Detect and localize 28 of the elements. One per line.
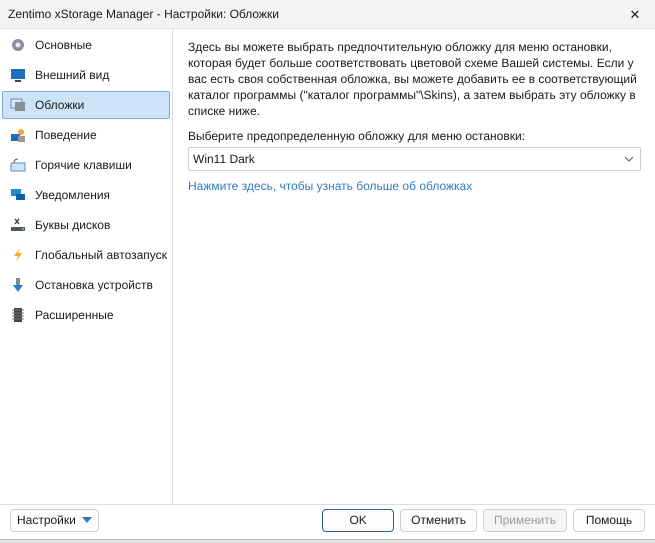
sidebar-item[interactable]: Уведомления [2,181,170,209]
sidebar-item[interactable]: Расширенные [2,301,170,329]
sidebar-item[interactable]: Внешний вид [2,61,170,89]
monitor-icon [10,67,26,83]
close-button[interactable]: ✕ [615,0,655,28]
settings-menu-button[interactable]: Настройки [10,508,99,532]
sidebar-item[interactable]: Остановка устройств [2,271,170,299]
person-icon [10,127,26,143]
window-title: Zentimo xStorage Manager - Настройки: Обложки [8,7,279,21]
sidebar-item[interactable]: Основные [2,31,170,59]
sidebar-item[interactable]: Буквы дисков [2,211,170,239]
sidebar-item[interactable]: Обложки [2,91,170,119]
caret-icon [82,517,92,523]
sidebar-item[interactable]: Горячие клавиши [2,151,170,179]
sidebar-item[interactable]: Глобальный автозапуск [2,241,170,269]
drive-icon [10,217,26,233]
chevron-down-icon [624,156,634,162]
sidebar-item[interactable]: Поведение [2,121,170,149]
keyboard-icon [10,157,26,173]
chip-icon [10,307,26,323]
skins-link[interactable]: Нажмите здесь, чтобы узнать больше об обложках [188,179,472,193]
select-label: Выберите предопределенную обложку для меню остановки: [188,129,526,143]
dialog-button[interactable]: Отменить [400,508,477,532]
skin-dropdown[interactable]: Win11 Dark [188,147,641,171]
description-text: Здесь вы можете выбрать предпочтительную обложку для меню остановки, которая будет больше соответствовать цветовой схеме Вашей системы. Если у вас есть своя собственная обложка, вы можете добавить ее в соответствующий каталог программы ("каталог программы"\Skins), а затем выбрать эту обложку в списке ниже. [188,39,638,119]
chat-icon [10,187,26,203]
dialog-button[interactable]: Помощь [573,508,645,532]
dialog-button[interactable]: OK [322,508,394,532]
